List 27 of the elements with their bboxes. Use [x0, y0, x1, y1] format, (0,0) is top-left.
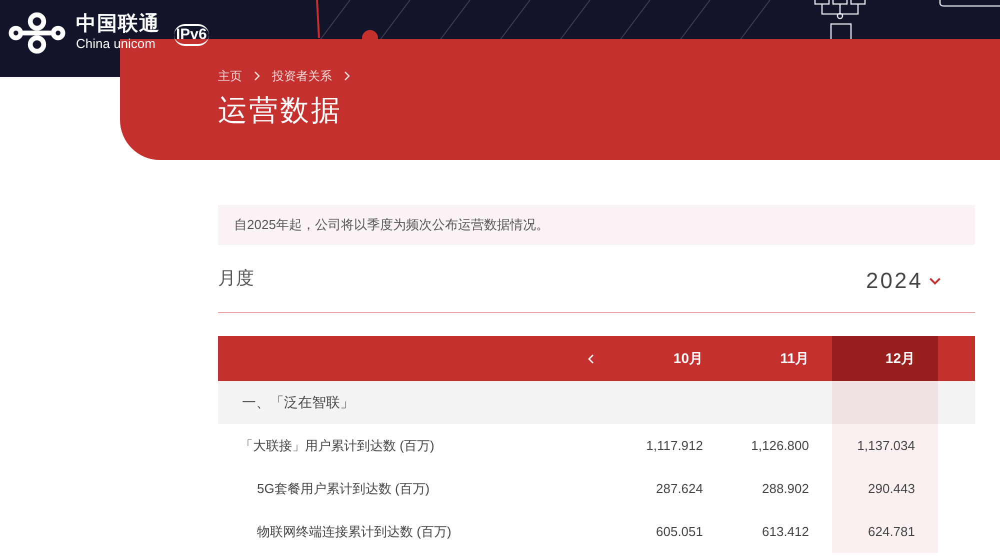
logo-icon [6, 10, 68, 56]
chevron-left-icon [586, 352, 596, 366]
metric-label: 5G套餐用户累计到达数 (百万) [256, 480, 431, 498]
notice-banner: 自2025年起，公司将以季度为频次公布运营数据情况。 [218, 205, 975, 245]
table-cell-text: 288.902 [761, 480, 810, 498]
group-label: 一、「泛在智联」 [241, 393, 355, 412]
page-title: 运营数据 [218, 94, 343, 129]
metric-label: 「大联接」用户累计到达数 (百万) [239, 436, 436, 455]
month-column-header[interactable]: 12月 [832, 336, 938, 381]
brand-name: 中国联通 [76, 12, 160, 36]
table-cell: 290.443 [832, 467, 938, 510]
month-column-header[interactable]: 10月 [620, 336, 726, 381]
table-cell-text: 287.624 [655, 480, 704, 498]
period-label: 月度 [218, 267, 255, 290]
table-cell-text: 1,126.800 [750, 436, 810, 455]
table-cell: 1,137.034 [832, 424, 938, 467]
table-cell-text: 1,117.912 [645, 436, 704, 455]
breadcrumb-link[interactable]: 主页 [218, 67, 242, 85]
chevron-right-icon [342, 71, 352, 81]
month-column-header[interactable]: 11月 [726, 336, 832, 381]
year-dropdown[interactable]: 2024 [866, 264, 941, 297]
table-cell: 624.781 [832, 510, 938, 553]
table-cell-text: 605.051 [655, 522, 704, 541]
chevron-right-icon [252, 71, 262, 81]
table-cell-text: 613.412 [761, 522, 810, 541]
metric-label: 物联网终端连接累计到达数 (百万) [256, 522, 452, 541]
breadcrumb-link[interactable]: 投资者关系 [272, 67, 332, 85]
